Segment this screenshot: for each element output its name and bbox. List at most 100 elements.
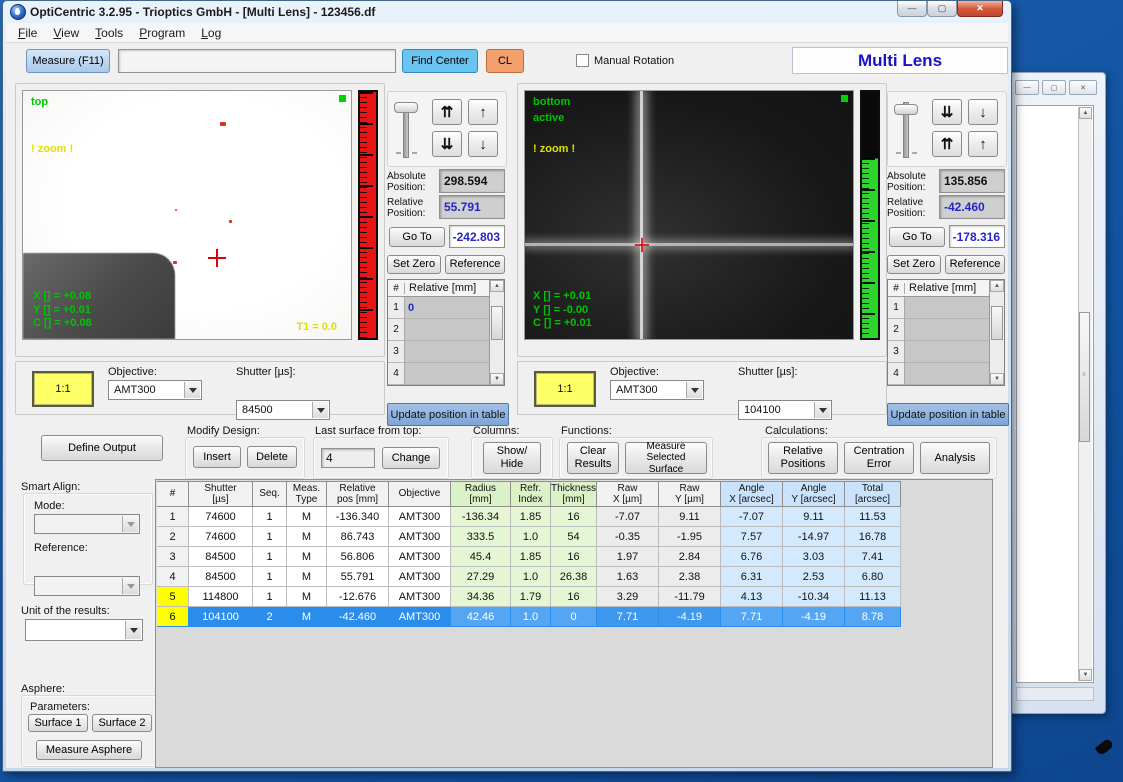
scroll-down-icon[interactable]: ▼ bbox=[1079, 669, 1092, 681]
position-row[interactable]: 1 bbox=[888, 297, 989, 319]
objective-select[interactable]: AMT300 bbox=[108, 380, 202, 400]
row-number: 3 bbox=[888, 341, 905, 363]
menu-item-view[interactable]: View bbox=[45, 24, 87, 42]
move-down-button[interactable]: ↓ bbox=[968, 99, 998, 125]
menu-item-file[interactable]: File bbox=[10, 24, 45, 42]
absolute-position-field: 135.856 bbox=[939, 169, 1005, 193]
reference-button[interactable]: Reference bbox=[445, 255, 505, 274]
manual-rotation-checkbox[interactable] bbox=[576, 54, 589, 67]
unit-select[interactable] bbox=[25, 619, 143, 641]
measure-selected-surface-button[interactable]: Measure Selected Surface bbox=[625, 442, 707, 474]
cell: 1.0 bbox=[511, 527, 551, 547]
dropdown-arrow-icon[interactable] bbox=[814, 402, 830, 418]
move-down-fast-button[interactable]: ⇊ bbox=[932, 99, 962, 125]
surface-1-button[interactable]: Surface 1 bbox=[28, 714, 88, 732]
measure-asphere-button[interactable]: Measure Asphere bbox=[36, 740, 142, 760]
position-row[interactable]: 10 bbox=[388, 297, 489, 319]
slider-handle[interactable] bbox=[894, 104, 918, 115]
cell: -4.19 bbox=[659, 607, 721, 627]
scrollbar[interactable]: ▲ ≡ ▼ bbox=[1078, 107, 1092, 681]
cell: 3 bbox=[157, 547, 189, 567]
scrollbar-thumb[interactable] bbox=[491, 306, 503, 340]
close-icon[interactable]: ✕ bbox=[1069, 80, 1097, 95]
go-to-field[interactable]: -178.316 bbox=[949, 225, 1005, 248]
left-camera-group: top ! zoom ! X [] = +0.08 Y [] = +0.01 C… bbox=[15, 83, 385, 357]
position-row[interactable]: 2 bbox=[888, 319, 989, 341]
surface-2-button[interactable]: Surface 2 bbox=[92, 714, 152, 732]
result-row-2[interactable]: 2746001M86.743AMT300333.51.054-0.35-1.95… bbox=[157, 527, 992, 547]
relative-positions-button[interactable]: Relative Positions bbox=[768, 442, 838, 474]
position-table-scrollbar[interactable]: ▲ ▼ bbox=[489, 280, 504, 385]
position-row[interactable]: 2 bbox=[388, 319, 489, 341]
last-surface-field[interactable]: 4 bbox=[321, 448, 375, 468]
position-row[interactable]: 4 bbox=[888, 363, 989, 385]
slider-handle[interactable] bbox=[394, 102, 418, 113]
cell: 11.13 bbox=[845, 587, 901, 607]
shutter-select[interactable]: 84500 bbox=[236, 400, 330, 420]
menu-item-tools[interactable]: Tools bbox=[87, 24, 131, 42]
set-zero-button[interactable]: Set Zero bbox=[387, 255, 441, 274]
result-row-1[interactable]: 1746001M-136.340AMT300-136.341.8516-7.07… bbox=[157, 507, 992, 527]
scrollbar-thumb[interactable] bbox=[991, 306, 1003, 340]
cell: -1.95 bbox=[659, 527, 721, 547]
menu-item-program[interactable]: Program bbox=[131, 24, 193, 42]
dropdown-arrow-icon[interactable] bbox=[125, 621, 141, 639]
cell: 8.78 bbox=[845, 607, 901, 627]
centration-error-button[interactable]: Centration Error bbox=[844, 442, 914, 474]
clear-results-button[interactable]: Clear Results bbox=[567, 442, 619, 474]
left-camera-view[interactable]: top ! zoom ! X [] = +0.08 Y [] = +0.01 C… bbox=[22, 90, 352, 340]
measure-button[interactable]: Measure (F11) bbox=[26, 49, 110, 73]
move-up-button[interactable]: ↑ bbox=[968, 131, 998, 157]
scale-1-1-button[interactable]: 1:1 bbox=[32, 371, 94, 407]
result-row-6[interactable]: 61041002M-42.460AMT30042.461.007.71-4.19… bbox=[157, 607, 992, 627]
move-up-fast-button[interactable]: ⇈ bbox=[932, 131, 962, 157]
go-to-button[interactable]: Go To bbox=[389, 227, 445, 247]
change-button[interactable]: Change bbox=[382, 447, 440, 469]
go-to-field[interactable]: -242.803 bbox=[449, 225, 505, 248]
scroll-up-icon[interactable]: ▲ bbox=[1079, 107, 1092, 119]
right-camera-view[interactable]: bottom active ! zoom ! X [] = +0.01 Y []… bbox=[524, 90, 854, 340]
scroll-up-icon[interactable]: ▲ bbox=[490, 280, 504, 292]
analysis-button[interactable]: Analysis bbox=[920, 442, 990, 474]
go-to-button[interactable]: Go To bbox=[889, 227, 945, 247]
scroll-up-icon[interactable]: ▲ bbox=[990, 280, 1004, 292]
move-up-fast-button[interactable]: ⇈ bbox=[432, 99, 462, 125]
cell: 1.97 bbox=[597, 547, 659, 567]
dropdown-arrow-icon[interactable] bbox=[122, 516, 138, 532]
restore-icon[interactable]: ▢ bbox=[1042, 80, 1066, 95]
result-row-3[interactable]: 3845001M56.806AMT30045.41.85161.972.846.… bbox=[157, 547, 992, 567]
result-row-5[interactable]: 51148001M-12.676AMT30034.361.79163.29-11… bbox=[157, 587, 992, 607]
show-hide-button[interactable]: Show/ Hide bbox=[483, 442, 541, 474]
last-surface-group: 4 Change bbox=[313, 437, 449, 479]
result-row-4[interactable]: 4845001M55.791AMT30027.291.026.381.632.3… bbox=[157, 567, 992, 587]
dropdown-arrow-icon[interactable] bbox=[122, 578, 138, 594]
delete-button[interactable]: Delete bbox=[247, 446, 297, 468]
cell: 1.0 bbox=[511, 607, 551, 627]
move-down-fast-button[interactable]: ⇊ bbox=[432, 131, 462, 157]
cell: 333.5 bbox=[451, 527, 511, 547]
move-down-button[interactable]: ↓ bbox=[468, 131, 498, 157]
reference-button[interactable]: Reference bbox=[945, 255, 1005, 274]
scale-1-1-button[interactable]: 1:1 bbox=[534, 371, 596, 407]
reference-select[interactable] bbox=[34, 576, 140, 596]
dropdown-arrow-icon[interactable] bbox=[312, 402, 328, 418]
objective-select[interactable]: AMT300 bbox=[610, 380, 704, 400]
define-output-button[interactable]: Define Output bbox=[41, 435, 163, 461]
minimize-icon[interactable]: — bbox=[1015, 80, 1039, 95]
scroll-down-icon[interactable]: ▼ bbox=[990, 373, 1004, 385]
position-table-scrollbar[interactable]: ▲ ▼ bbox=[989, 280, 1004, 385]
scroll-down-icon[interactable]: ▼ bbox=[490, 373, 504, 385]
move-up-button[interactable]: ↑ bbox=[468, 99, 498, 125]
shutter-select[interactable]: 104100 bbox=[738, 400, 832, 420]
dropdown-arrow-icon[interactable] bbox=[686, 382, 702, 398]
insert-button[interactable]: Insert bbox=[193, 446, 241, 468]
position-row[interactable]: 3 bbox=[888, 341, 989, 363]
menu-item-log[interactable]: Log bbox=[193, 24, 229, 42]
cell: AMT300 bbox=[389, 527, 451, 547]
cell: 3.03 bbox=[783, 547, 845, 567]
position-row[interactable]: 3 bbox=[388, 341, 489, 363]
set-zero-button[interactable]: Set Zero bbox=[887, 255, 941, 274]
position-row[interactable]: 4 bbox=[388, 363, 489, 385]
mode-select[interactable] bbox=[34, 514, 140, 534]
dropdown-arrow-icon[interactable] bbox=[184, 382, 200, 398]
